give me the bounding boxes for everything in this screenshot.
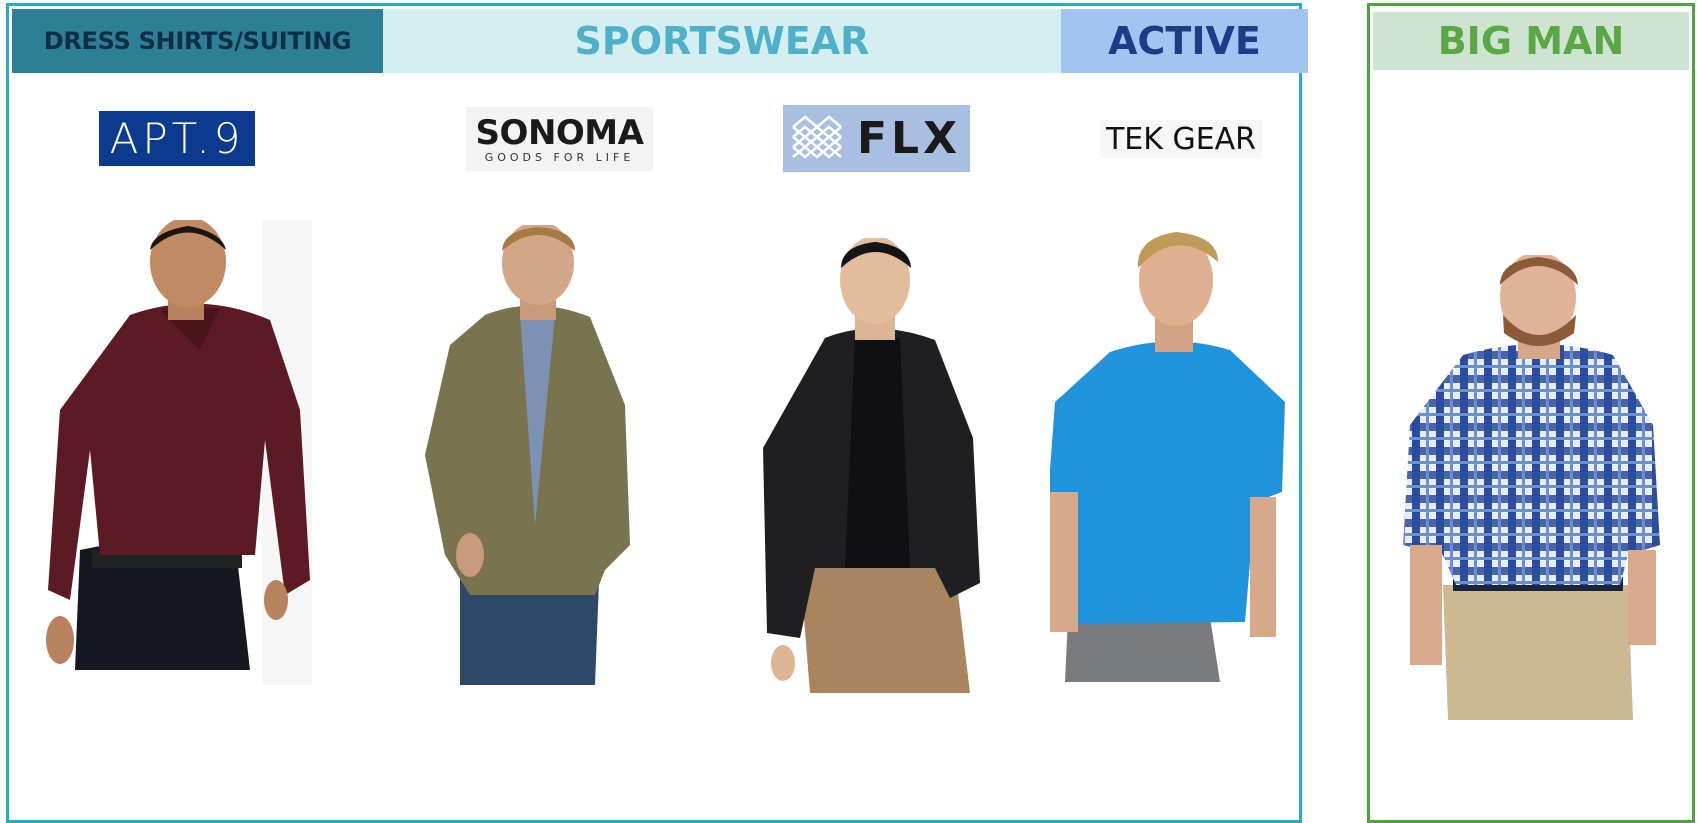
- flx-logo-text: FLX: [857, 113, 962, 164]
- apt9-logo-text: APT.9: [109, 114, 245, 163]
- flx-lattice-icon: [792, 114, 842, 159]
- sonoma-logo-text: SONOMA: [475, 112, 644, 153]
- header-active: ACTIVE: [1061, 9, 1308, 73]
- blue-tee-model: [1050, 232, 1285, 682]
- tek-gear-logo-text: TEK GEAR: [1105, 121, 1257, 157]
- sonoma-logo: SONOMA GOODS FOR LIFE: [466, 107, 653, 171]
- tek-gear-logo: TEK GEAR: [1100, 120, 1262, 158]
- black-bomber-model: [763, 238, 980, 693]
- plaid-shirt-model: [1403, 255, 1660, 720]
- header-dress-shirts-suiting: DRESS SHIRTS/SUITING: [12, 9, 383, 73]
- header-big-man: BIG MAN: [1373, 12, 1689, 70]
- flx-logo: FLX: [783, 105, 970, 172]
- header-sportswear: SPORTSWEAR: [383, 9, 1061, 73]
- olive-shirt-jacket-model: [425, 225, 630, 685]
- burgundy-dress-shirt-model: [46, 220, 312, 685]
- sonoma-tagline: GOODS FOR LIFE: [484, 150, 635, 164]
- apt9-logo: APT.9: [99, 111, 255, 166]
